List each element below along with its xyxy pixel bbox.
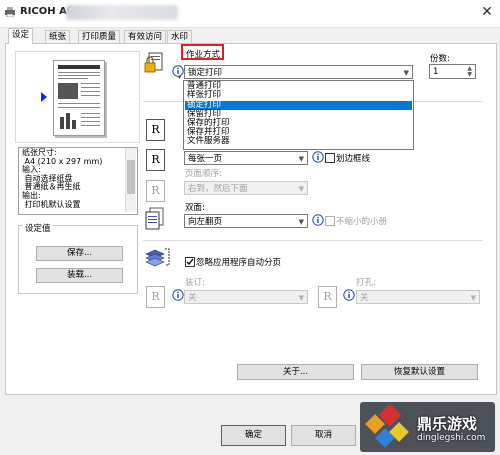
page-preview-icon — [53, 60, 105, 136]
settings-summary-text: 纸张尺寸: A4 (210 x 297 mm) 输入: 自动选择纸盘 普通纸＆再… — [22, 148, 103, 209]
job-mode-selected: 锁定打印 — [188, 68, 223, 78]
page-order-select[interactable]: 右到，然后下面 ▼ — [184, 181, 308, 195]
info-icon[interactable] — [172, 289, 184, 301]
spinner-arrows-icon[interactable]: ▲ ▼ — [467, 66, 472, 78]
pages-per-sheet-value: 每张一页 — [188, 154, 223, 164]
punch-label: 打孔: — [356, 278, 376, 288]
copies-label: 份数: — [430, 54, 450, 64]
settings-group-title: 设定值 — [23, 222, 53, 234]
page-order-value: 右到，然后下面 — [188, 184, 248, 194]
job-mode-option[interactable]: 文件服务器 — [187, 137, 230, 146]
chevron-down-icon: ▼ — [298, 185, 304, 193]
tab-accessibility[interactable]: 有效访问 — [124, 30, 167, 43]
staple-select[interactable]: 关 ▼ — [184, 290, 308, 304]
page-r-icon: R — [146, 180, 165, 202]
chevron-down-icon: ▼ — [403, 69, 409, 77]
page-order-label: 页面顺序: — [185, 169, 222, 179]
staple-label: 装订: — [185, 278, 205, 288]
chevron-down-icon: ▼ — [470, 294, 476, 302]
close-button[interactable]: ✕ — [478, 3, 496, 21]
border-checkbox[interactable] — [325, 153, 335, 163]
page-r-icon: R — [146, 149, 165, 171]
job-mode-dropdown-list[interactable]: 普通打印 样张打印 锁定打印 保留打印 保存的打印 保存并打印 文件服务器 — [183, 80, 414, 150]
watermark-text: 鼎乐游戏 — [417, 415, 478, 433]
ignore-app-collate-label: 忽略应用程序自动分页 — [196, 258, 282, 268]
info-icon[interactable] — [312, 151, 324, 163]
tab-settings[interactable]: 设定 — [8, 28, 34, 44]
page-r-icon: R — [146, 119, 165, 141]
page-r-icon: R — [318, 286, 337, 308]
settings-summary-box[interactable]: 纸张尺寸: A4 (210 x 297 mm) 输入: 自动选择纸盘 普通纸＆再… — [18, 147, 138, 215]
section-divider — [143, 240, 483, 241]
load-button[interactable]: 装载... — [36, 268, 123, 283]
job-mode-option[interactable]: 样张打印 — [187, 91, 221, 100]
punch-select[interactable]: 关 ▼ — [356, 290, 480, 304]
watermark-subtext: dinglegshi.com — [417, 433, 486, 443]
duplex-value: 向左翻页 — [188, 217, 223, 227]
save-button[interactable]: 保存... — [36, 246, 123, 261]
ignore-app-collate-checkbox[interactable] — [185, 257, 195, 267]
stack-icon — [145, 249, 165, 267]
chevron-down-icon: ▼ — [298, 155, 304, 163]
lock-document-icon — [144, 52, 163, 73]
ok-button[interactable]: 确定 — [221, 425, 286, 446]
info-icon[interactable] — [312, 214, 324, 226]
job-mode-annotation-box — [181, 44, 224, 60]
printer-icon — [5, 7, 15, 17]
tab-print-quality[interactable]: 打印质量 — [78, 30, 121, 43]
link-bracket-icon — [165, 248, 170, 266]
cancel-button[interactable]: 取消 — [291, 425, 356, 446]
info-icon-caret: ▾ — [178, 74, 182, 81]
page-r-icon: R — [146, 286, 165, 308]
job-mode-select[interactable]: 锁定打印 ▼ — [184, 65, 413, 79]
duplex-label: 双面: — [185, 203, 205, 213]
border-label: 划边框线 — [336, 154, 371, 164]
chevron-down-icon: ▼ — [298, 218, 304, 226]
copies-spinner[interactable]: 1 ▲ ▼ — [429, 64, 476, 79]
title-blurred-region — [66, 5, 178, 20]
duplex-icon — [145, 207, 164, 230]
tab-watermark[interactable]: 水印 — [167, 30, 193, 43]
info-icon[interactable] — [343, 289, 355, 301]
chevron-down-icon: ▼ — [298, 294, 304, 302]
no-reduce-booklet-label: 不缩小的小册 — [336, 217, 388, 227]
preview-arrow-icon — [41, 92, 47, 102]
summary-scrollbar[interactable] — [125, 148, 136, 212]
restore-defaults-button[interactable]: 恢复默认设置 — [361, 364, 478, 380]
no-reduce-booklet-checkbox[interactable] — [325, 216, 335, 226]
about-button[interactable]: 关于... — [237, 364, 354, 380]
copies-value: 1 — [433, 67, 439, 77]
punch-value: 关 — [360, 293, 369, 303]
checkmark-icon — [186, 258, 194, 265]
duplex-select[interactable]: 向左翻页 ▼ — [184, 214, 308, 228]
pages-per-sheet-select[interactable]: 每张一页 ▼ — [184, 151, 308, 165]
tab-paper[interactable]: 纸张 — [45, 30, 71, 43]
window-title: RICOH Af — [20, 6, 72, 17]
staple-value: 关 — [188, 293, 197, 303]
